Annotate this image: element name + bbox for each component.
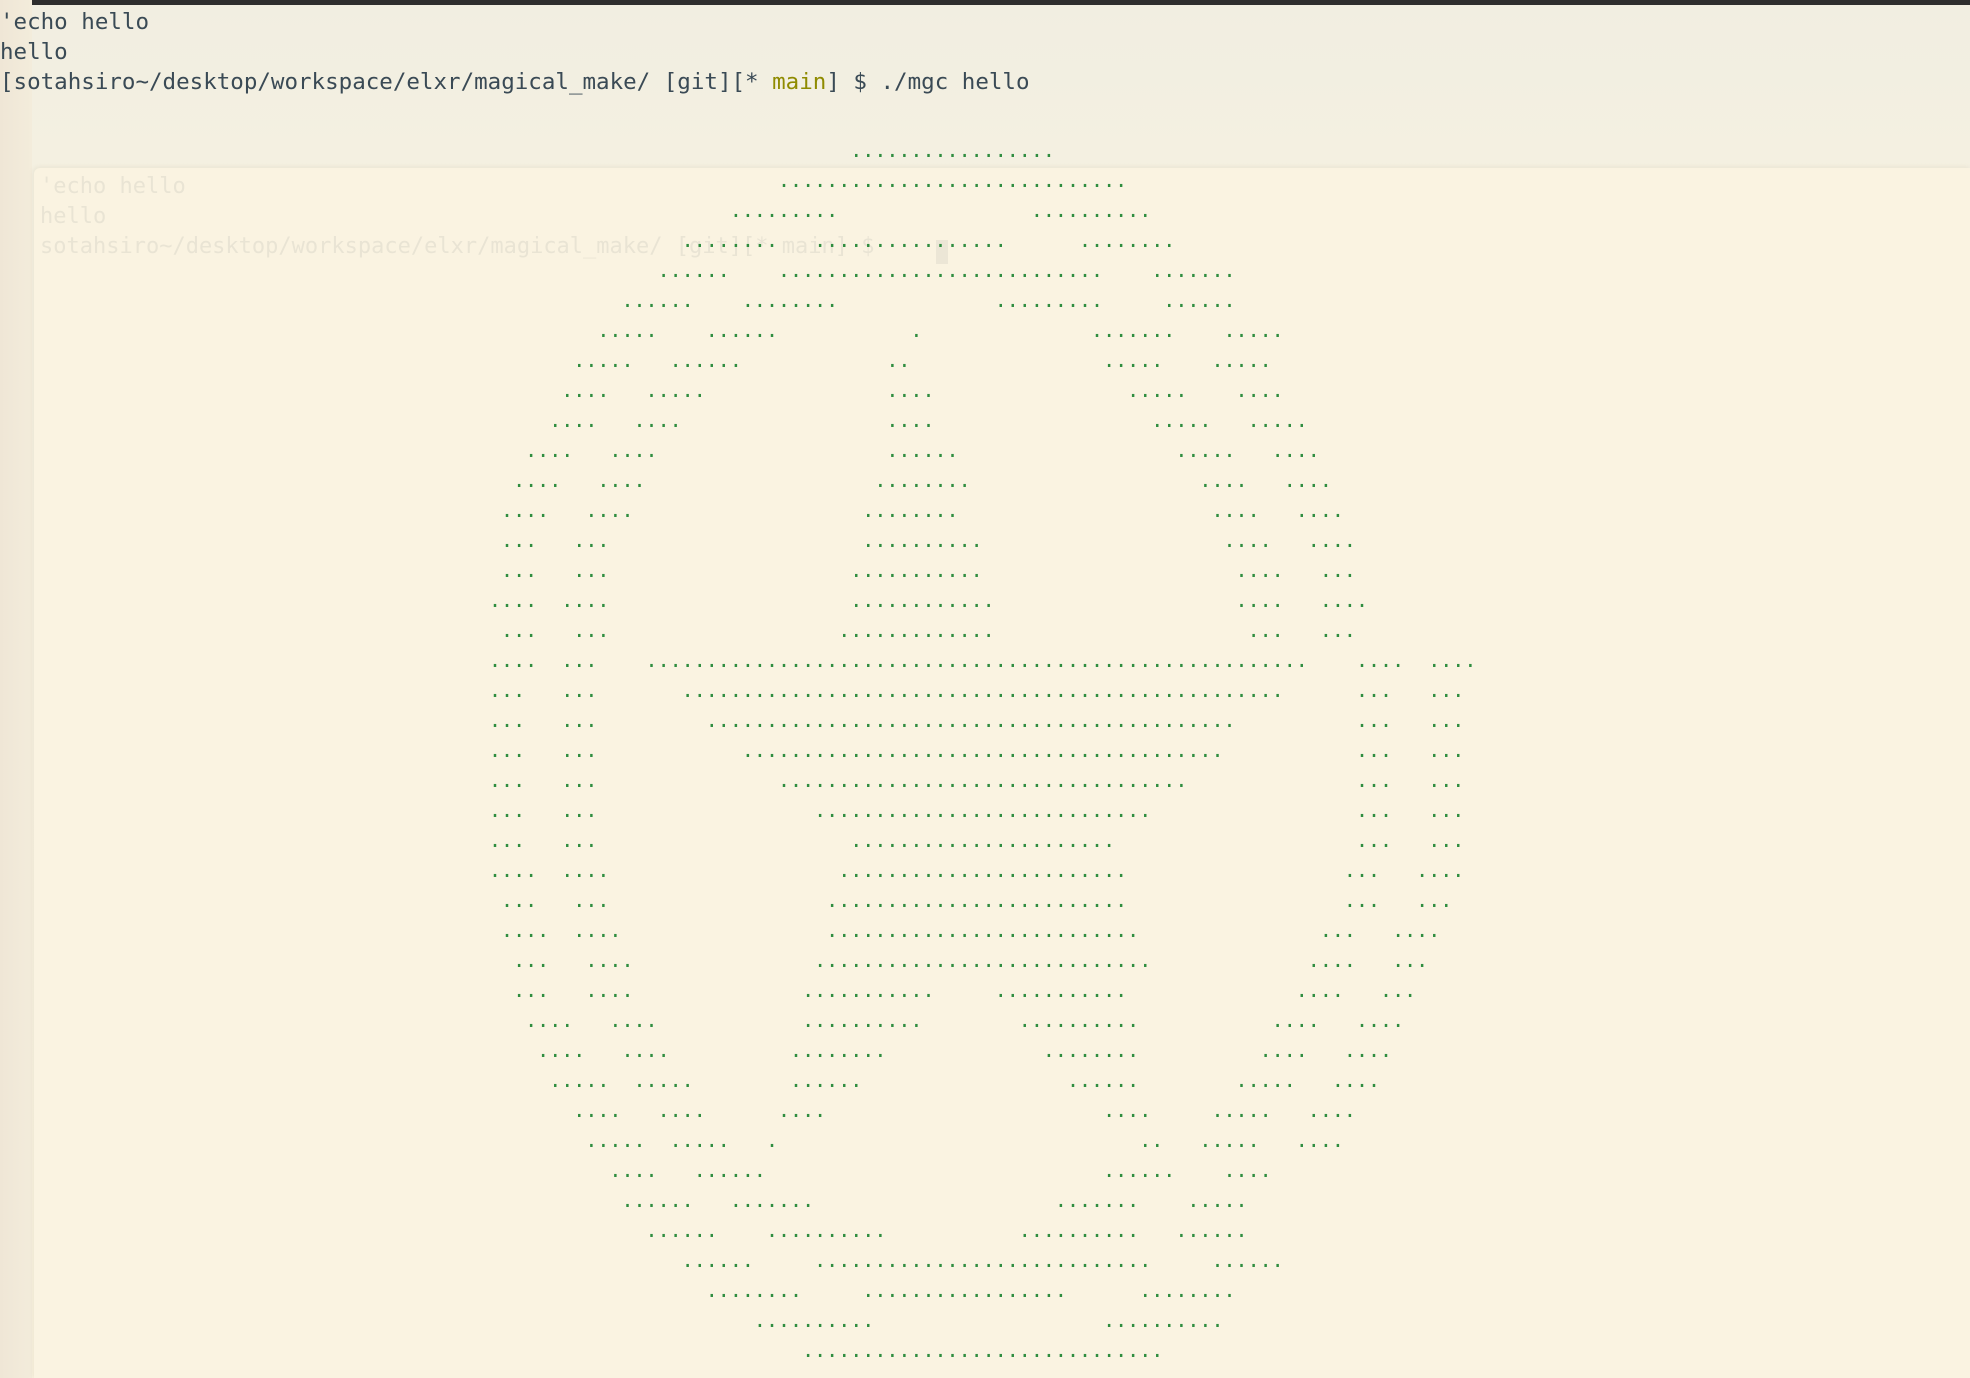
ascii-art-row: ... ... ........... .... ... (489, 558, 1356, 582)
ascii-art-row: ... .... ........... ........... .... ..… (489, 978, 1417, 1002)
ascii-art-row: .... ... ...............................… (489, 648, 1477, 672)
ascii-art-row: ... ... ......................... ... ..… (489, 888, 1453, 912)
command-echo-line: 'echo hello (0, 9, 150, 35)
ascii-art-row: .... .... .... ..... ..... (489, 408, 1332, 432)
ascii-art-row: ...... ....... ....... ..... (489, 1188, 1248, 1212)
ascii-art-row: .... .... .... .... ..... .... (489, 1098, 1356, 1122)
terminal-window[interactable]: 'echo hello hello sotahsiro~/desktop/works… (0, 0, 1970, 1378)
ascii-art-row: .... .... ........................ ... .… (489, 858, 1465, 882)
ascii-art-row: .... .... .......................... ...… (489, 918, 1441, 942)
ascii-art-row: ... ... ................................… (489, 768, 1465, 792)
ascii-art-row: ..... ...... . ....... ..... (489, 318, 1344, 342)
ascii-art-row: ... ... ................................… (489, 678, 1465, 702)
typed-command: ./mgc hello (880, 69, 1030, 95)
ascii-art-row: ... ... .......... .... .... (489, 528, 1356, 552)
prompt-path: [sotahsiro~/desktop/workspace/elxr/magic… (0, 69, 651, 95)
top-window-edge (0, 0, 1970, 5)
ascii-art-row: ... ... ............................ ...… (489, 798, 1465, 822)
ascii-art-row: ...... ........................... .....… (489, 258, 1356, 282)
ascii-art-row: ................. (489, 138, 1344, 162)
terminal-output[interactable]: 'echo hello hello [sotahsiro~/desktop/work… (0, 7, 1030, 97)
ascii-art-row: ......... .......... (489, 198, 1344, 222)
ascii-magic-circle: ................. ......................… (489, 135, 1629, 1361)
ascii-art-row: ...... ........ ......... ...... (489, 288, 1344, 312)
ascii-art-row: .... .... ...... ..... .... (489, 438, 1344, 462)
ascii-art-output: ................. ......................… (489, 135, 1629, 1361)
ascii-art-row: ..... ..... ...... ...... ..... .... (489, 1068, 1381, 1092)
ascii-art-row: ........ ................ ........ (489, 228, 1344, 252)
ascii-art-row: .... .... ............ .... .... (489, 588, 1368, 612)
ascii-art-row: ... ... ...................... ... ... (489, 828, 1465, 852)
ascii-art-row: ... ... ................................… (489, 708, 1465, 732)
ascii-art-row: .... .... ........ .... .... (489, 498, 1344, 522)
ascii-art-row: ...... .......... .......... ...... (489, 1218, 1248, 1242)
ascii-art-row: ..... ..... . .. ..... .... (489, 1128, 1344, 1152)
left-window-edge (0, 0, 32, 1378)
prompt-git-status: [git][* (663, 69, 759, 95)
ascii-art-row: ............................. (489, 168, 1344, 192)
ascii-art-row: .... .... .......... .......... .... ...… (489, 1008, 1405, 1032)
ascii-art-row: .......... .......... (489, 1308, 1224, 1332)
ascii-art-row: ... .... ............................ ..… (489, 948, 1429, 972)
ascii-art-row: ..... ...... .. ..... ..... (489, 348, 1332, 372)
prompt-branch: main (772, 69, 827, 95)
ascii-art-row: .... ...... ...... .... (489, 1158, 1272, 1182)
ascii-art-row: .... .... ........ .... .... (489, 468, 1344, 492)
echo-output-line: hello (0, 39, 68, 65)
ascii-art-row: .............................. (489, 1338, 1164, 1361)
ascii-art-row: .... .... ........ ........ .... .... (489, 1038, 1393, 1062)
prompt-end: ] $ (826, 69, 867, 95)
ascii-art-row: ... ... ................................… (489, 738, 1465, 762)
ascii-art-row: ........ ................. ........ (489, 1278, 1236, 1302)
ascii-art-row: ... ... ............. ... ... (489, 618, 1356, 642)
prompt-line[interactable]: [sotahsiro~/desktop/workspace/elxr/magic… (0, 67, 1030, 97)
ascii-art-row: ...... ............................ ....… (489, 1248, 1284, 1272)
ascii-art-row: .... ..... .... ..... .... (489, 378, 1332, 402)
